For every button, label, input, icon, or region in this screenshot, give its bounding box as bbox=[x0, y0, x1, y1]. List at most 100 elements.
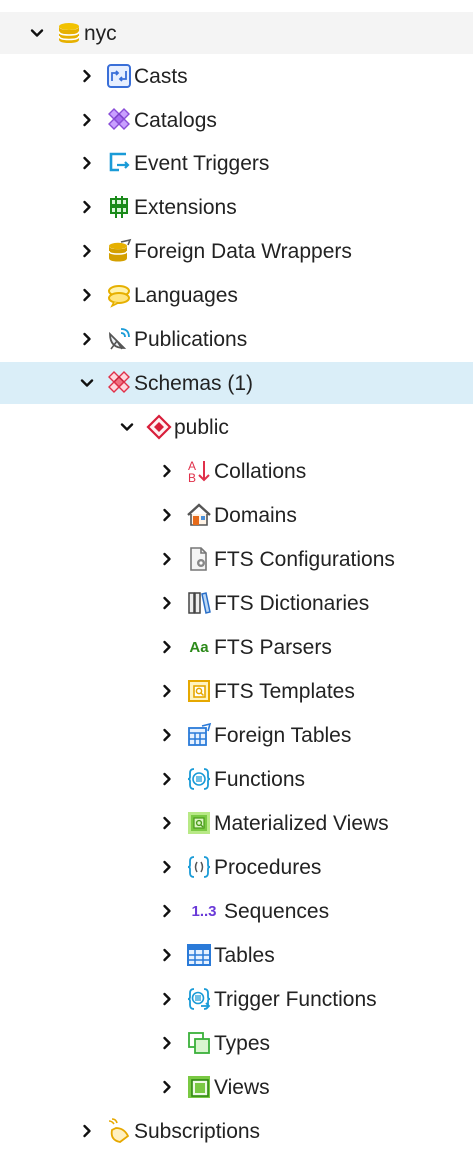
chevron-right-icon[interactable] bbox=[158, 858, 176, 876]
tree-node-label: Foreign Tables bbox=[214, 723, 352, 747]
tree-node-functions[interactable]: Functions bbox=[0, 758, 473, 800]
tree-node-tables[interactable]: Tables bbox=[0, 934, 473, 976]
publications-icon bbox=[106, 326, 132, 352]
tree-node-label: Languages bbox=[134, 283, 238, 307]
tree-node-label: Types bbox=[214, 1031, 271, 1055]
tree-node-label: Subscriptions bbox=[134, 1119, 261, 1143]
object-explorer-tree: nyc Casts Catalogs Event Triggers Extens… bbox=[0, 0, 473, 1147]
tree-node-schemas[interactable]: Schemas (1) bbox=[0, 362, 473, 404]
chevron-right-icon[interactable] bbox=[158, 990, 176, 1008]
tree-node-label: Casts bbox=[134, 64, 188, 88]
tree-node-label: Materialized Views bbox=[214, 811, 389, 835]
foreign-data-wrappers-icon bbox=[106, 238, 132, 264]
chevron-right-icon[interactable] bbox=[158, 1034, 176, 1052]
chevron-right-icon[interactable] bbox=[78, 1122, 96, 1140]
tree-node-label: nyc bbox=[84, 21, 117, 45]
tree-node-label: Collations bbox=[214, 459, 307, 483]
tree-node-label: FTS Dictionaries bbox=[214, 591, 370, 615]
sequences-icon-text: 1..3 bbox=[191, 902, 217, 920]
tree-node-label: Event Triggers bbox=[134, 151, 270, 175]
tree-node-label: Views bbox=[214, 1075, 270, 1099]
tree-node-label: Functions bbox=[214, 767, 306, 791]
fts-templates-icon bbox=[186, 678, 212, 704]
tree-node-materialized-views[interactable]: Materialized Views bbox=[0, 802, 473, 844]
foreign-tables-icon bbox=[186, 722, 212, 748]
tree-node-catalogs[interactable]: Catalogs bbox=[0, 99, 473, 141]
chevron-down-icon[interactable] bbox=[28, 24, 46, 42]
catalogs-icon bbox=[106, 107, 132, 133]
database-icon bbox=[56, 20, 82, 46]
tree-node-label: Foreign Data Wrappers bbox=[134, 239, 352, 263]
functions-icon bbox=[186, 766, 212, 792]
tree-node-label: Schemas (1) bbox=[134, 371, 254, 395]
chevron-right-icon[interactable] bbox=[78, 242, 96, 260]
tree-node-event-triggers[interactable]: Event Triggers bbox=[0, 142, 473, 184]
casts-icon bbox=[106, 63, 132, 89]
tree-node-casts[interactable]: Casts bbox=[0, 55, 473, 97]
tree-node-fts-configurations[interactable]: FTS Configurations bbox=[0, 538, 473, 580]
chevron-right-icon[interactable] bbox=[158, 462, 176, 480]
tree-node-languages[interactable]: Languages bbox=[0, 274, 473, 316]
chevron-right-icon[interactable] bbox=[158, 814, 176, 832]
tree-node-label: Domains bbox=[214, 503, 297, 527]
subscriptions-icon bbox=[106, 1118, 132, 1144]
chevron-right-icon[interactable] bbox=[158, 638, 176, 656]
tree-node-fts-dictionaries[interactable]: FTS Dictionaries bbox=[0, 582, 473, 624]
tree-node-domains[interactable]: Domains bbox=[0, 494, 473, 536]
trigger-functions-icon bbox=[186, 986, 212, 1012]
tree-node-nyc[interactable]: nyc bbox=[0, 12, 473, 54]
procedures-icon bbox=[186, 854, 212, 880]
tree-node-label: Tables bbox=[214, 943, 275, 967]
chevron-right-icon[interactable] bbox=[78, 111, 96, 129]
extensions-icon bbox=[106, 194, 132, 220]
chevron-right-icon[interactable] bbox=[158, 506, 176, 524]
tree-node-procedures[interactable]: Procedures bbox=[0, 846, 473, 888]
chevron-right-icon[interactable] bbox=[158, 682, 176, 700]
chevron-right-icon[interactable] bbox=[158, 550, 176, 568]
tree-node-trigger-functions[interactable]: Trigger Functions bbox=[0, 978, 473, 1020]
chevron-right-icon[interactable] bbox=[78, 154, 96, 172]
tree-node-label: Trigger Functions bbox=[214, 987, 377, 1011]
tree-node-label: public bbox=[174, 415, 229, 439]
collations-icon: AB bbox=[186, 458, 212, 484]
views-icon bbox=[186, 1074, 212, 1100]
tree-node-foreign-tables[interactable]: Foreign Tables bbox=[0, 714, 473, 756]
tree-node-foreign-data-wrappers[interactable]: Foreign Data Wrappers bbox=[0, 230, 473, 272]
tree-node-fts-templates[interactable]: FTS Templates bbox=[0, 670, 473, 712]
svg-text:B: B bbox=[188, 471, 196, 484]
types-icon bbox=[186, 1030, 212, 1056]
event-triggers-icon bbox=[106, 150, 132, 176]
chevron-right-icon[interactable] bbox=[78, 330, 96, 348]
chevron-right-icon[interactable] bbox=[158, 594, 176, 612]
chevron-right-icon[interactable] bbox=[158, 770, 176, 788]
tree-node-extensions[interactable]: Extensions bbox=[0, 186, 473, 228]
tree-node-subscriptions[interactable]: Subscriptions bbox=[0, 1110, 473, 1152]
chevron-down-icon[interactable] bbox=[118, 418, 136, 436]
tree-node-label: FTS Templates bbox=[214, 679, 355, 703]
tree-node-fts-parsers[interactable]: Aa FTS Parsers bbox=[0, 626, 473, 668]
tree-node-label: Publications bbox=[134, 327, 248, 351]
chevron-right-icon[interactable] bbox=[158, 726, 176, 744]
schema-icon bbox=[146, 414, 172, 440]
fts-parsers-icon: Aa bbox=[186, 634, 212, 660]
tree-node-label: Procedures bbox=[214, 855, 322, 879]
tree-node-label: Extensions bbox=[134, 195, 237, 219]
chevron-right-icon[interactable] bbox=[158, 946, 176, 964]
tree-node-label: FTS Parsers bbox=[214, 635, 332, 659]
fts-dictionaries-icon bbox=[186, 590, 212, 616]
tables-icon bbox=[186, 942, 212, 968]
tree-node-views[interactable]: Views bbox=[0, 1066, 473, 1108]
tree-node-collations[interactable]: AB Collations bbox=[0, 450, 473, 492]
tree-node-sequences[interactable]: 1..3 Sequences bbox=[0, 890, 473, 932]
chevron-right-icon[interactable] bbox=[78, 198, 96, 216]
schemas-icon bbox=[106, 370, 132, 396]
sequences-icon: 1..3 bbox=[186, 898, 222, 924]
chevron-right-icon[interactable] bbox=[78, 67, 96, 85]
chevron-down-icon[interactable] bbox=[78, 374, 96, 392]
chevron-right-icon[interactable] bbox=[158, 1078, 176, 1096]
tree-node-types[interactable]: Types bbox=[0, 1022, 473, 1064]
tree-node-public[interactable]: public bbox=[0, 406, 473, 448]
chevron-right-icon[interactable] bbox=[78, 286, 96, 304]
tree-node-publications[interactable]: Publications bbox=[0, 318, 473, 360]
chevron-right-icon[interactable] bbox=[158, 902, 176, 920]
